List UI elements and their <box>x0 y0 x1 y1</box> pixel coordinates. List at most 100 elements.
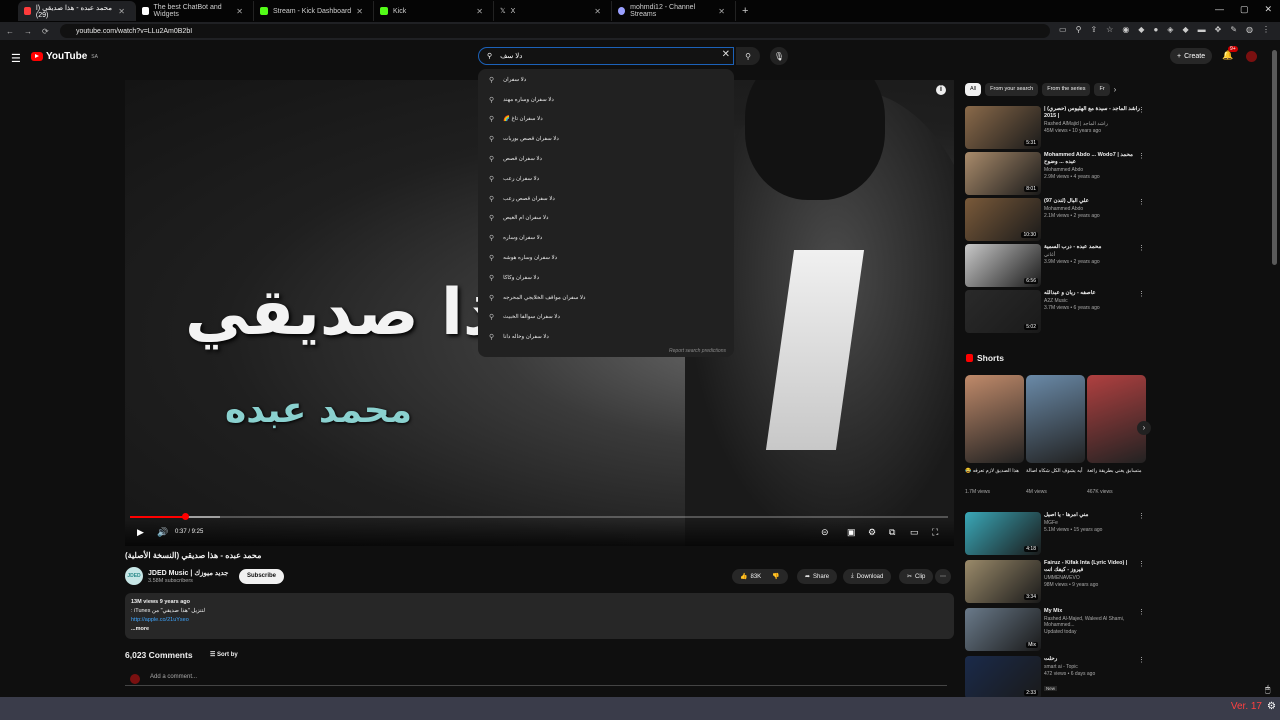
chip-from-your-search[interactable]: From your search <box>985 83 1039 96</box>
address-bar[interactable]: youtube.com/watch?v=LLu2Am0B2bI <box>60 24 1050 38</box>
close-tab-icon[interactable]: ✕ <box>356 7 363 16</box>
browser-tab[interactable]: The best ChatBot and Widgets ✕ <box>136 1 254 21</box>
reload-icon[interactable]: ⟳ <box>42 27 49 36</box>
channel-name[interactable]: Rashed Al-Majed, Waleed Al Shami, Mohamm… <box>1044 616 1140 628</box>
related-video-item[interactable]: 4:18 مني امرها - يا اصيل MGFe 5.1M views • … <box>965 512 1151 555</box>
channel-name[interactable]: MGFe <box>1044 520 1140 526</box>
search-suggestion[interactable]: ⚲ دلا سفران قصص <box>478 149 734 169</box>
search-suggestion[interactable]: ⚲ دلا سفران سوالفا الخبيث <box>478 308 734 328</box>
back-icon[interactable]: ← <box>6 27 14 36</box>
itunes-link[interactable]: http://apple.co/21uYseo <box>131 616 948 625</box>
notifications-button[interactable]: 🔔 9+ <box>1222 46 1238 61</box>
chip-from-the-series[interactable]: From the series <box>1042 83 1091 96</box>
more-vertical-icon[interactable]: ⋮ <box>1138 198 1145 206</box>
video-thumbnail[interactable]: 3:34 <box>965 560 1041 603</box>
extension-icon[interactable]: ◈ <box>1167 25 1173 34</box>
zoom-icon[interactable]: ⚲ <box>1076 25 1082 34</box>
bookmark-star-icon[interactable]: ☆ <box>1106 25 1113 34</box>
thumbs-down-icon[interactable]: 👎 <box>772 573 779 580</box>
search-suggestion[interactable]: ⚲ دلا سفران وكاكا <box>478 268 734 288</box>
sort-comments-button[interactable]: ☰ Sort by <box>210 651 238 658</box>
voice-search-button[interactable]: 🎙 <box>770 47 788 65</box>
account-avatar[interactable] <box>1246 51 1257 62</box>
close-tab-icon[interactable]: ✕ <box>476 7 483 16</box>
show-more-link[interactable]: ...more <box>131 625 948 634</box>
browser-tab[interactable]: Kick ✕ <box>374 1 494 21</box>
close-tab-icon[interactable]: ✕ <box>118 7 125 16</box>
video-title[interactable]: علي البال (لندن 97) <box>1044 198 1140 205</box>
browser-tab[interactable]: mohmdi12 - Channel Streams ✕ <box>612 1 736 21</box>
extension-icon[interactable]: ▬ <box>1198 25 1206 34</box>
related-video-item[interactable]: 6:56 محمد عبده - درب السمية أغاني 3.9M view… <box>965 244 1151 287</box>
play-icon[interactable]: ▶ <box>137 527 144 538</box>
clear-search-icon[interactable]: ✕ <box>722 49 730 60</box>
page-scrollbar[interactable] <box>1272 50 1277 265</box>
youtube-logo[interactable]: YouTube SA <box>31 51 98 62</box>
create-button[interactable]: + Create <box>1170 48 1213 64</box>
video-thumbnail[interactable]: 6:56 <box>965 244 1041 287</box>
channel-name[interactable]: smart ai - Topic <box>1044 664 1140 670</box>
channel-name[interactable]: A2Z Music <box>1044 298 1140 304</box>
more-vertical-icon[interactable]: ⋮ <box>1138 512 1145 520</box>
extension-icon[interactable]: ◉ <box>1122 25 1129 34</box>
channel-name[interactable]: Mohammed Abdo <box>1044 167 1140 173</box>
video-title[interactable]: Mohammed Abdo ... Wodo7 | محمد عبده ... … <box>1044 152 1140 166</box>
channel-name[interactable]: Mohammed Abdo <box>1044 206 1140 212</box>
search-suggestion[interactable]: ⚲ دلا سفران رعب <box>478 169 734 189</box>
browser-tab[interactable]: Stream - Kick Dashboard ✕ <box>254 1 374 21</box>
video-thumbnail[interactable]: 2:33 <box>965 656 1041 699</box>
puzzle-icon[interactable]: ✥ <box>1215 25 1222 34</box>
autoplay-toggle-icon[interactable]: ⊝ <box>821 527 829 538</box>
search-button[interactable]: ⚲ <box>736 47 760 65</box>
close-window-icon[interactable]: ✕ <box>1264 4 1272 15</box>
share-page-icon[interactable]: ⇪ <box>1090 25 1097 34</box>
video-thumbnail[interactable]: 5:31 <box>965 106 1041 149</box>
chip-all[interactable]: All <box>965 83 982 96</box>
video-title[interactable]: | راشد الماجد - سيدة مع الهليوس (حصري) |… <box>1044 106 1140 120</box>
hamburger-menu-icon[interactable]: ☰ <box>11 52 21 65</box>
related-video-item[interactable]: 8:01 Mohammed Abdo ... Wodo7 | محمد عبده … <box>965 152 1151 195</box>
clip-button[interactable]: ✂ Clip <box>899 569 934 584</box>
search-suggestion[interactable]: ⚲ دلا سفران قصص بوربات <box>478 129 734 149</box>
close-tab-icon[interactable]: ✕ <box>594 7 601 16</box>
channel-name[interactable]: UMMENAVEVO <box>1044 575 1140 581</box>
info-icon[interactable]: i <box>936 85 946 95</box>
scrubber-handle[interactable] <box>181 513 189 520</box>
progress-bar[interactable] <box>130 513 948 520</box>
video-title[interactable]: مني امرها - يا اصيل <box>1044 512 1140 519</box>
maximize-icon[interactable]: ▢ <box>1240 4 1249 15</box>
search-suggestion[interactable]: ⚲ دلا سفران قصص رعب <box>478 189 734 209</box>
extension-icon[interactable]: ◆ <box>1182 25 1188 34</box>
search-suggestion[interactable]: ⚲ دلا سفران ام الغيص <box>478 209 734 229</box>
channel-name[interactable]: أغاني <box>1044 252 1140 258</box>
search-suggestion[interactable]: ⚲ دلا سفران وخاله دانا <box>478 327 734 347</box>
subscribe-button[interactable]: Subscribe <box>239 569 285 584</box>
search-input[interactable]: ⚲ دلا سف ✕ <box>478 47 734 65</box>
video-title[interactable]: Fairuz - Kifak Inta (Lyric Video) | فيرو… <box>1044 560 1140 574</box>
profile-icon[interactable]: ◍ <box>1246 25 1253 34</box>
volume-icon[interactable]: 🔊 <box>157 527 168 538</box>
description-box[interactable]: 13M views 9 years ago لتنزيل "هذا صديقي"… <box>125 593 954 639</box>
minimize-icon[interactable]: — <box>1215 4 1224 15</box>
extension-icon[interactable]: ● <box>1153 25 1158 34</box>
browser-tab[interactable]: 𝕏 X ✕ <box>494 1 612 21</box>
search-suggestion[interactable]: ⚲ دلا سفران مواقف الخلايجي المحرجه <box>478 288 734 308</box>
channel-name[interactable]: JDED Music | جديد ميوزك <box>148 569 229 577</box>
search-suggestion[interactable]: ⚲ دلا سفران تاغ 🌈 <box>478 110 734 130</box>
settings-gear-icon[interactable]: ⚙ <box>868 527 876 538</box>
chip-more[interactable]: Fr <box>1094 83 1110 96</box>
report-predictions-link[interactable]: Report search predictions <box>669 348 726 354</box>
short-thumbnail[interactable] <box>1026 375 1085 463</box>
video-thumbnail[interactable]: 8:01 <box>965 152 1041 195</box>
extension-icon[interactable]: ◆ <box>1138 25 1144 34</box>
channel-name[interactable]: Rashed AlMajid | راشد الماجد <box>1044 121 1140 127</box>
short-title[interactable]: أيه يشوف الكل شكاه اصالة <box>1026 468 1085 475</box>
more-vertical-icon[interactable]: ⋮ <box>1138 608 1145 616</box>
more-vertical-icon[interactable]: ⋮ <box>1138 656 1145 664</box>
close-tab-icon[interactable]: ✕ <box>718 7 725 16</box>
video-thumbnail[interactable]: 10:30 <box>965 198 1041 241</box>
search-suggestion[interactable]: ⚲ دلا سفران وساره هوشه <box>478 248 734 268</box>
fullscreen-icon[interactable]: ⛶ <box>932 527 938 538</box>
related-video-item[interactable]: Mix My Mix Rashed Al-Majed, Waleed Al Sham… <box>965 608 1151 651</box>
video-title[interactable]: رحلت <box>1044 656 1140 663</box>
